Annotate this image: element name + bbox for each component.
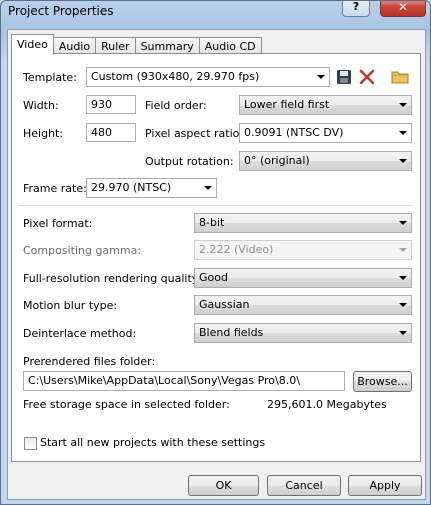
pixel-aspect-ratio-value: 0.9091 (NTSC DV) [244, 126, 344, 139]
rendering-quality-dropdown[interactable]: Good [194, 268, 412, 288]
deinterlace-value: Blend fields [199, 326, 264, 339]
pixel-format-dropdown[interactable]: 8-bit [194, 213, 412, 233]
close-button[interactable]: ✕ [380, 1, 426, 17]
deinterlace-label: Deinterlace method: [23, 327, 137, 340]
chevron-down-icon [399, 248, 407, 252]
section-divider [18, 205, 413, 206]
frame-rate-label: Frame rate: [23, 182, 87, 195]
rendering-quality-value: Good [199, 271, 228, 284]
chevron-down-icon [399, 131, 407, 135]
frame-rate-value: 29.970 (NTSC) [91, 181, 172, 194]
chevron-down-icon [399, 303, 407, 307]
motion-blur-dropdown[interactable]: Gaussian [194, 295, 412, 315]
dialog-client: Video Audio Ruler Summary Audio CD Templ… [7, 29, 426, 500]
start-all-projects-label[interactable]: Start all new projects with these settin… [40, 436, 265, 449]
compositing-gamma-label: Compositing gamma: [23, 244, 142, 257]
chevron-down-icon [399, 159, 407, 163]
compositing-gamma-value: 2.222 (Video) [199, 243, 274, 256]
motion-blur-value: Gaussian [199, 298, 250, 311]
free-space-value: 295,601.0 Megabytes [267, 398, 387, 411]
title-bar[interactable]: Project Properties ? ✕ [1, 1, 430, 23]
field-order-label: Field order: [145, 99, 207, 112]
output-rotation-dropdown[interactable]: 0° (original) [239, 151, 412, 171]
save-template-button[interactable] [335, 68, 353, 86]
deinterlace-dropdown[interactable]: Blend fields [194, 323, 412, 343]
template-value: Custom (930x480, 29.970 fps) [91, 70, 260, 83]
width-input[interactable]: 930 [86, 95, 136, 114]
pixel-aspect-ratio-dropdown[interactable]: 0.9091 (NTSC DV) [239, 123, 412, 143]
apply-button[interactable]: Apply [348, 475, 422, 496]
match-media-settings-button[interactable] [391, 68, 409, 86]
chevron-down-icon [399, 331, 407, 335]
project-properties-window: Project Properties ? ✕ Video Audio Ruler… [0, 0, 431, 505]
chevron-down-icon [399, 103, 407, 107]
red-x-icon [359, 69, 375, 85]
folder-icon [391, 71, 409, 84]
chevron-down-icon [317, 75, 325, 79]
help-button[interactable]: ? [342, 1, 370, 17]
motion-blur-label: Motion blur type: [23, 299, 118, 312]
cancel-button[interactable]: Cancel [267, 475, 341, 496]
field-order-dropdown[interactable]: Lower field first [239, 95, 412, 115]
template-label: Template: [23, 71, 77, 84]
output-rotation-value: 0° (original) [244, 154, 310, 167]
prerender-folder-input[interactable]: C:\Users\Mike\AppData\Local\Sony\Vegas P… [23, 371, 345, 391]
window-title: Project Properties [8, 4, 114, 18]
pixel-format-label: Pixel format: [23, 217, 93, 230]
ok-button[interactable]: OK [188, 475, 259, 496]
chevron-down-icon [204, 186, 212, 190]
pixel-aspect-ratio-label: Pixel aspect ratio: [145, 127, 244, 140]
rendering-quality-label: Full-resolution rendering quality: [23, 272, 202, 285]
width-label: Width: [23, 99, 59, 112]
height-label: Height: [23, 127, 64, 140]
browse-button[interactable]: Browse... [353, 371, 412, 392]
chevron-down-icon [399, 276, 407, 280]
tab-strip: Video Audio Ruler Summary Audio CD [11, 34, 262, 55]
tab-video[interactable]: Video [11, 34, 54, 55]
compositing-gamma-dropdown: 2.222 (Video) [194, 240, 412, 260]
prerender-folder-label: Prerendered files folder: [23, 355, 156, 368]
output-rotation-label: Output rotation: [145, 155, 234, 168]
video-tab-panel: Template: Custom (930x480, 29.970 fps) W… [11, 53, 421, 462]
floppy-disk-icon [337, 70, 351, 84]
template-dropdown[interactable]: Custom (930x480, 29.970 fps) [86, 67, 330, 87]
pixel-format-value: 8-bit [199, 216, 225, 229]
frame-rate-dropdown[interactable]: 29.970 (NTSC) [86, 178, 217, 198]
chevron-down-icon [399, 221, 407, 225]
field-order-value: Lower field first [244, 98, 330, 111]
start-all-projects-checkbox[interactable] [24, 437, 37, 450]
height-input[interactable]: 480 [86, 123, 136, 142]
free-space-label: Free storage space in selected folder: [23, 398, 230, 411]
delete-template-button[interactable] [358, 68, 376, 86]
